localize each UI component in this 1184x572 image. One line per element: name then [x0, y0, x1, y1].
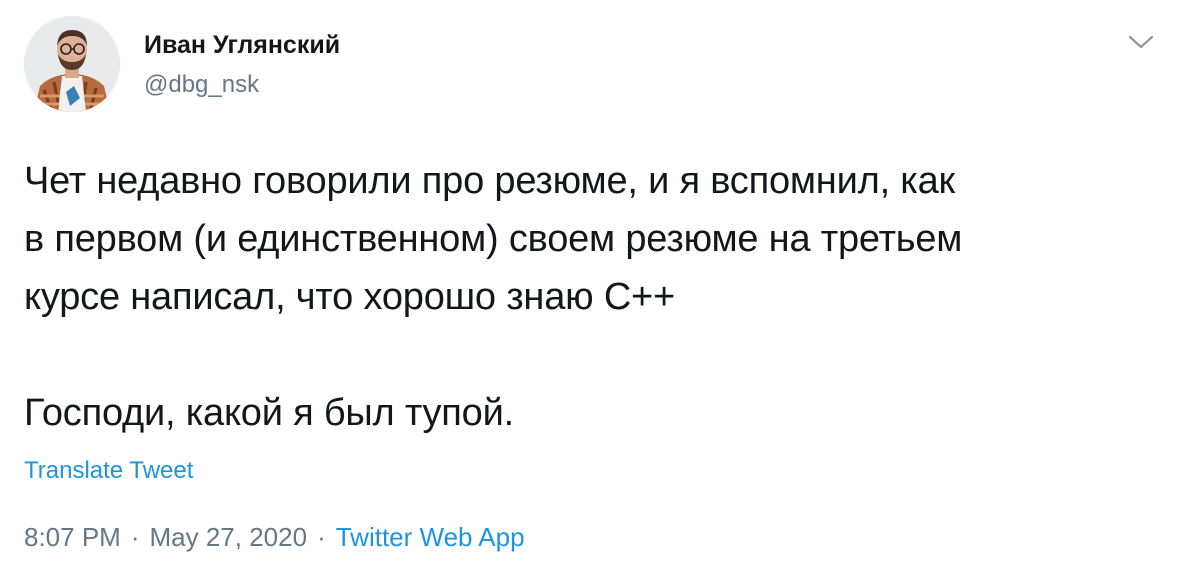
- chevron-down-icon[interactable]: [1124, 28, 1158, 56]
- tweet-text-line: в первом (и единственном) своем резюме н…: [24, 218, 963, 260]
- tweet-time[interactable]: 8:07 PM: [24, 522, 121, 552]
- tweet-text-line: Чет недавно говорили про резюме, и я всп…: [24, 160, 955, 202]
- tweet-date[interactable]: May 27, 2020: [150, 522, 308, 552]
- meta-separator: ·: [317, 522, 326, 552]
- tweet-meta: 8:07 PM · May 27, 2020 · Twitter Web App: [24, 522, 525, 553]
- tweet-text: Чет недавно говорили про резюме, и я всп…: [24, 152, 1164, 442]
- user-handle[interactable]: @dbg_nsk: [144, 71, 259, 99]
- user-avatar[interactable]: [24, 16, 120, 112]
- meta-separator: ·: [130, 522, 140, 552]
- avatar-image: [24, 16, 120, 112]
- tweet-text-line: курсе написал, что хорошо знаю С++: [24, 276, 676, 318]
- tweet-source-link[interactable]: Twitter Web App: [336, 522, 525, 552]
- tweet-card: Иван Углянский @dbg_nsk Чет недавно гово…: [0, 0, 1184, 572]
- translate-tweet-link[interactable]: Translate Tweet: [24, 457, 193, 485]
- display-name[interactable]: Иван Углянский: [144, 31, 340, 60]
- tweet-text-line: Господи, какой я был тупой.: [24, 392, 514, 434]
